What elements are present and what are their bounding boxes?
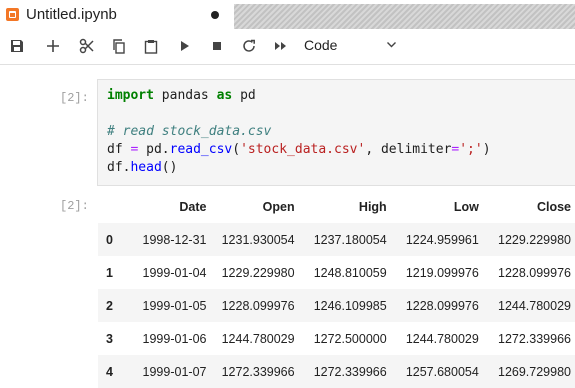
code-text: pd	[232, 88, 256, 103]
cell-open: 1228.099976	[221, 298, 295, 313]
keyword: import	[107, 88, 154, 103]
cell-open: 1229.229980	[221, 265, 295, 280]
chevron-down-icon[interactable]	[386, 37, 397, 55]
dataframe-output-table: Date Open High Low Close 0 1998-12-31 12…	[98, 190, 575, 388]
run-icon[interactable]	[174, 35, 196, 57]
save-icon[interactable]	[6, 35, 28, 57]
cell-low: 1228.099976	[405, 298, 479, 313]
code-text: pandas	[153, 88, 217, 103]
cell-date: 1999-01-04	[142, 265, 207, 280]
cell-open: 1244.780029	[221, 331, 295, 346]
cell-high: 1272.500000	[313, 331, 387, 346]
code-text: )	[482, 142, 491, 157]
code-cell-input[interactable]: import pandas as pd # read stock_data.cs…	[97, 79, 575, 186]
paste-icon[interactable]	[140, 35, 162, 57]
cell-date: 1998-12-31	[142, 232, 207, 247]
row-index: 0	[106, 232, 113, 247]
stop-icon[interactable]	[206, 35, 228, 57]
code-line-3: df = pd.read_csv('stock_data.csv', delim…	[107, 142, 491, 157]
column-header-high: High	[358, 199, 387, 214]
notebook-icon	[6, 8, 19, 21]
column-header-date: Date	[179, 199, 207, 214]
code-text: (	[232, 142, 241, 157]
run-all-icon[interactable]	[270, 35, 292, 57]
notebook-toolbar: Code	[0, 29, 575, 65]
keyword: as	[216, 88, 233, 103]
table-row: 0 1998-12-31 1231.930054 1237.180054 122…	[98, 223, 575, 256]
cell-close: 1229.229980	[498, 232, 571, 247]
tab-title: Untitled.ipynb	[26, 6, 117, 23]
notebook-tab[interactable]: Untitled.ipynb	[0, 0, 228, 29]
row-index: 2	[106, 298, 113, 313]
cell-date: 1999-01-07	[142, 364, 207, 379]
cell-close: 1269.729980	[498, 364, 571, 379]
cell-date: 1999-01-06	[142, 331, 207, 346]
code-comment: # read stock_data.csv	[107, 124, 272, 139]
function-name: read_csv	[169, 142, 233, 157]
cell-type-select[interactable]: Code	[304, 37, 337, 53]
column-header-index	[98, 190, 118, 223]
input-prompt: [2]:	[60, 91, 89, 105]
cell-close: 1244.780029	[498, 298, 571, 313]
insert-cell-icon[interactable]	[42, 35, 64, 57]
code-line-1: import pandas as pd	[107, 88, 256, 103]
cell-date: 1999-01-05	[142, 298, 207, 313]
cell-low: 1224.959961	[405, 232, 479, 247]
cut-icon[interactable]	[76, 35, 98, 57]
table-row: 3 1999-01-06 1244.780029 1272.500000 124…	[98, 322, 575, 355]
table-row: 4 1999-01-07 1272.339966 1272.339966 125…	[98, 355, 575, 388]
cell-low: 1257.680054	[405, 364, 479, 379]
code-text: df	[107, 142, 131, 157]
unsaved-indicator-icon[interactable]	[211, 11, 219, 19]
cell-close: 1272.339966	[498, 331, 571, 346]
string-literal: 'stock_data.csv'	[240, 142, 366, 157]
cell-low: 1219.099976	[405, 265, 479, 280]
column-header-open: Open	[262, 199, 295, 214]
table-row: 1 1999-01-04 1229.229980 1248.810059 121…	[98, 256, 575, 289]
function-name: head	[130, 160, 162, 175]
cell-low: 1244.780029	[405, 331, 479, 346]
cell-close: 1228.099976	[498, 265, 571, 280]
cell-high: 1237.180054	[313, 232, 387, 247]
output-prompt: [2]:	[60, 199, 89, 213]
column-header-low: Low	[453, 199, 479, 214]
cell-high: 1272.339966	[313, 364, 387, 379]
column-header-close: Close	[536, 199, 571, 214]
copy-icon[interactable]	[108, 35, 130, 57]
code-line-4: df.head()	[107, 160, 177, 175]
string-literal: ';'	[459, 142, 483, 157]
code-text: pd.	[138, 142, 170, 157]
cell-open: 1231.930054	[221, 232, 295, 247]
cell-open: 1272.339966	[221, 364, 295, 379]
table-row: 2 1999-01-05 1228.099976 1246.109985 122…	[98, 289, 575, 322]
row-index: 3	[106, 331, 113, 346]
cell-high: 1248.810059	[313, 265, 387, 280]
cell-high: 1246.109985	[313, 298, 387, 313]
tab-bar: Untitled.ipynb	[0, 0, 575, 29]
row-index: 1	[106, 265, 113, 280]
restart-icon[interactable]	[238, 35, 260, 57]
table-header-row: Date Open High Low Close	[98, 190, 575, 223]
code-text: df.	[107, 160, 131, 175]
code-text: , delimiter	[365, 142, 452, 157]
code-text: ()	[161, 160, 178, 175]
tab-bar-empty-area	[234, 4, 575, 29]
row-index: 4	[106, 364, 113, 379]
